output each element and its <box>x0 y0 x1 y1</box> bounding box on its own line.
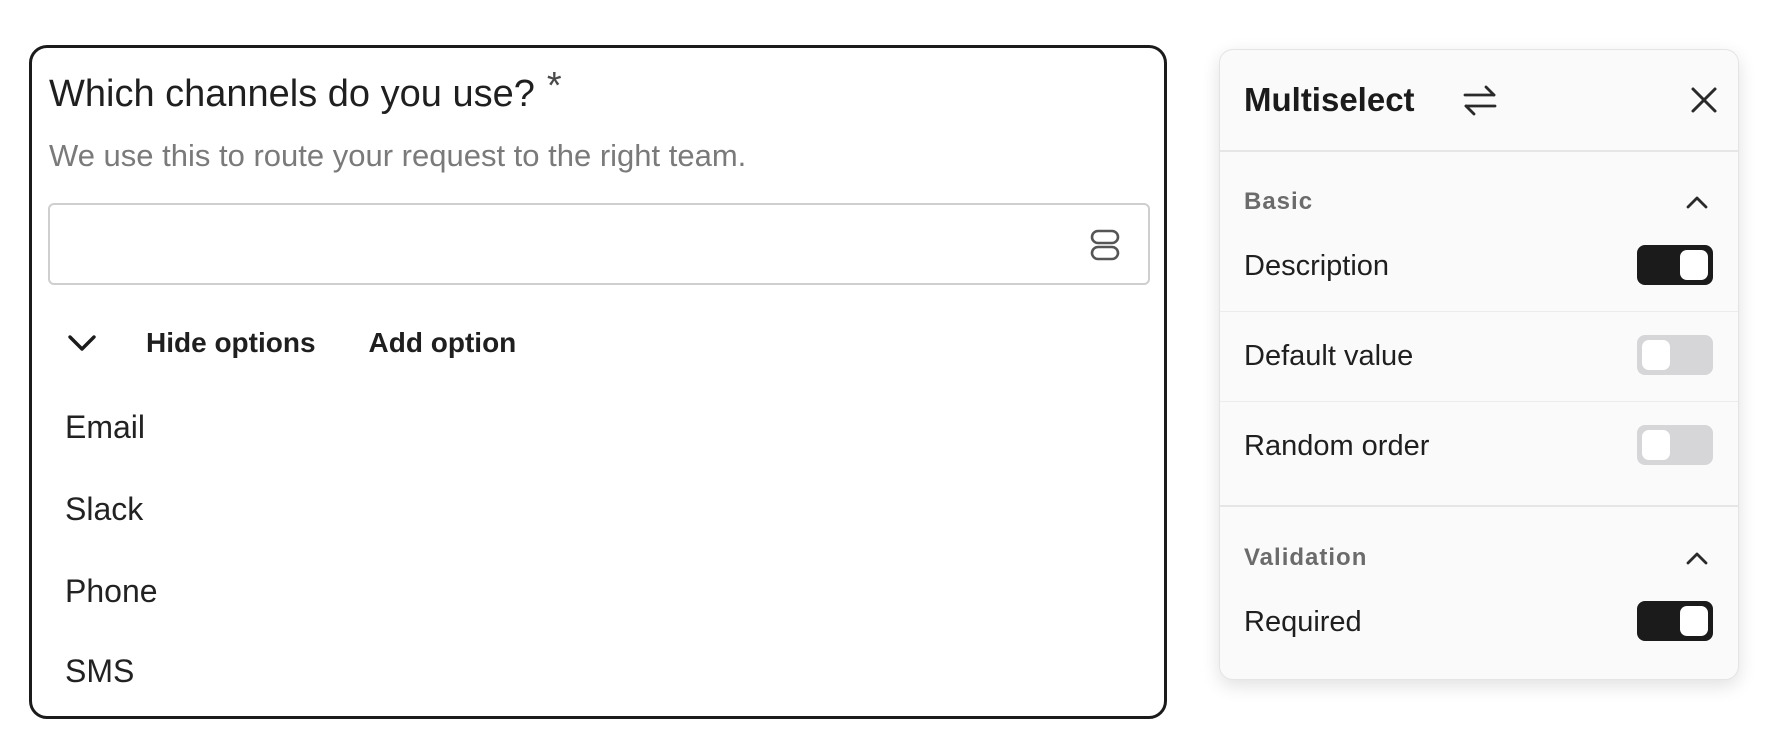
close-icon[interactable] <box>1687 83 1721 117</box>
option-item[interactable]: SMS <box>65 651 134 691</box>
form-builder: Which channels do you use? * We use this… <box>0 0 1780 750</box>
add-option-button[interactable]: Add option <box>369 323 517 363</box>
chevron-up-icon[interactable] <box>1682 187 1712 217</box>
multiselect-input[interactable] <box>48 203 1150 285</box>
required-toggle[interactable] <box>1637 601 1713 641</box>
section-divider <box>1220 505 1738 507</box>
section-label-validation: Validation <box>1244 544 1368 571</box>
question-description[interactable]: We use this to route your request to the… <box>49 136 746 176</box>
toggle-knob <box>1680 250 1708 280</box>
swap-arrows-icon[interactable] <box>1462 83 1498 117</box>
toggle-knob <box>1680 606 1708 636</box>
setting-label: Default value <box>1244 340 1414 372</box>
chevron-down-icon[interactable] <box>66 323 98 363</box>
setting-label: Random order <box>1244 430 1430 462</box>
options-toolbar: Hide options Add option <box>66 323 516 363</box>
toggle-knob <box>1642 430 1670 460</box>
option-item[interactable]: Phone <box>65 571 158 611</box>
setting-label: Required <box>1244 606 1362 638</box>
option-item[interactable]: Email <box>65 407 145 447</box>
list-layout-icon <box>1090 229 1120 261</box>
description-toggle[interactable] <box>1637 245 1713 285</box>
question-title[interactable]: Which channels do you use? <box>49 70 535 118</box>
required-marker: * <box>546 65 562 107</box>
setting-row-description: Description <box>1220 221 1738 312</box>
option-item[interactable]: Slack <box>65 489 143 529</box>
setting-row-required: Required <box>1220 577 1738 667</box>
toggle-knob <box>1642 340 1670 370</box>
setting-row-random-order: Random order <box>1220 401 1738 491</box>
default-value-toggle[interactable] <box>1637 335 1713 375</box>
panel-header: Multiselect <box>1220 50 1738 152</box>
random-order-toggle[interactable] <box>1637 425 1713 465</box>
panel-title: Multiselect <box>1244 81 1415 118</box>
field-settings-panel: Multiselect Basic Description Default va… <box>1219 49 1739 680</box>
question-title-row: Which channels do you use? * <box>49 65 562 118</box>
section-label-basic: Basic <box>1244 188 1314 215</box>
question-card[interactable]: Which channels do you use? * We use this… <box>29 45 1167 719</box>
setting-label: Description <box>1244 250 1390 282</box>
hide-options-button[interactable]: Hide options <box>146 323 316 363</box>
chevron-up-icon[interactable] <box>1682 543 1712 573</box>
setting-row-default-value: Default value <box>1220 311 1738 402</box>
